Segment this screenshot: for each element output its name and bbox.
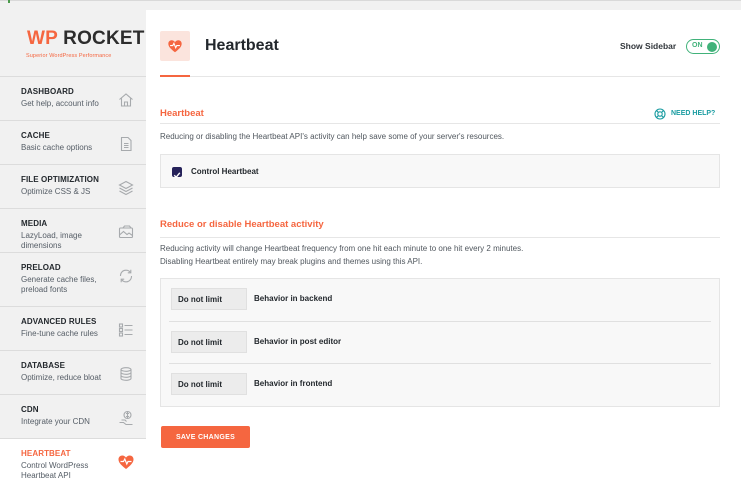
sidebar-item-title: FILE OPTIMIZATION: [21, 175, 99, 184]
checkmark-icon: [173, 172, 181, 179]
sidebar-item-desc: Generate cache files, preload fonts: [21, 275, 97, 294]
window-top-border: [0, 0, 741, 1]
image-icon: [118, 225, 134, 239]
show-sidebar-toggle[interactable]: ON: [686, 39, 720, 54]
sidebar-item-title: PRELOAD: [21, 263, 61, 272]
sidebar-item-title: DATABASE: [21, 361, 66, 370]
window-top-marker: [8, 0, 10, 3]
page-title: Heartbeat: [205, 37, 279, 54]
logo-tagline: Superior WordPress Performance: [26, 53, 112, 59]
sidebar-item-preload[interactable]: PRELOAD Generate cache files, preload fo…: [0, 252, 146, 306]
section-description-line-1: Reducing activity will change Heartbeat …: [160, 244, 524, 253]
sidebar-item-advanced-rules[interactable]: ADVANCED RULES Fine-tune cache rules: [0, 306, 146, 350]
file-icon: [120, 136, 132, 152]
wp-rocket-logo: WP ROCKET Superior WordPress Performance: [10, 28, 144, 72]
control-heartbeat-box: Control Heartbeat: [160, 154, 720, 188]
behavior-row-frontend: Do not limit Behavior in frontend: [169, 364, 711, 406]
sidebar-item-file-optimization[interactable]: FILE OPTIMIZATION Optimize CSS & JS: [0, 164, 146, 208]
layers-icon: [118, 180, 134, 196]
list-icon: [118, 323, 133, 337]
section-description: Reducing or disabling the Heartbeat API'…: [160, 132, 505, 141]
main-panel: Heartbeat Show Sidebar ON Heartbeat NEED…: [146, 10, 741, 486]
sidebar-item-cache[interactable]: CACHE Basic cache options: [0, 120, 146, 164]
database-icon: [120, 367, 132, 381]
heartbeat-behavior-box: Do not limit Behavior in backend Do not …: [160, 278, 720, 407]
sidebar-item-heartbeat[interactable]: HEARTBEAT Control WordPress Heartbeat AP…: [0, 438, 146, 486]
heartbeat-icon: [118, 455, 134, 469]
header-divider: [160, 76, 720, 77]
select-value: Do not limit: [178, 295, 222, 304]
control-heartbeat-label: Control Heartbeat: [191, 167, 259, 176]
toggle-state-text: ON: [692, 42, 703, 49]
sidebar-item-media[interactable]: MEDIA LazyLoad, image dimensions: [0, 208, 146, 252]
need-help-label: NEED HELP?: [671, 110, 716, 117]
sidebar-item-desc: Fine-tune cache rules: [21, 329, 98, 338]
logo-wordmark: WP ROCKET: [27, 28, 145, 49]
page-icon: [160, 31, 190, 61]
behavior-post-editor-label: Behavior in post editor: [254, 337, 342, 346]
behavior-row-post-editor: Do not limit Behavior in post editor: [169, 322, 711, 364]
control-heartbeat-checkbox[interactable]: [172, 167, 182, 179]
sidebar-item-title: HEARTBEAT: [21, 449, 71, 458]
sidebar-item-desc: Optimize, reduce bloat: [21, 373, 102, 382]
header-accent-underline: [160, 75, 190, 77]
sidebar-item-desc: Get help, account info: [21, 99, 99, 108]
sidebar-item-title: CDN: [21, 405, 39, 414]
select-value: Do not limit: [178, 380, 222, 389]
sidebar-item-desc: Control WordPress Heartbeat API: [21, 461, 89, 480]
sidebar-item-cdn[interactable]: CDN Integrate your CDN: [0, 394, 146, 438]
cdn-icon: [119, 410, 133, 426]
show-sidebar-label: Show Sidebar: [620, 41, 677, 51]
lifebuoy-icon: [654, 108, 666, 120]
sidebar-item-desc: Integrate your CDN: [21, 417, 90, 426]
sidebar-item-dashboard[interactable]: DASHBOARD Get help, account info: [0, 76, 146, 120]
sidebar-item-desc: LazyLoad, image dimensions: [21, 231, 82, 250]
refresh-icon: [119, 269, 133, 283]
section-divider: [160, 123, 720, 124]
heartbeat-icon: [168, 40, 182, 53]
sidebar-item-title: ADVANCED RULES: [21, 317, 97, 326]
behavior-frontend-select[interactable]: Do not limit: [171, 373, 247, 395]
section-description-line-2: Disabling Heartbeat entirely may break p…: [160, 257, 423, 266]
behavior-post-editor-select[interactable]: Do not limit: [171, 331, 247, 353]
sidebar-item-database[interactable]: DATABASE Optimize, reduce bloat: [0, 350, 146, 394]
behavior-row-backend: Do not limit Behavior in backend: [169, 279, 711, 321]
behavior-frontend-label: Behavior in frontend: [254, 379, 333, 388]
sidebar-item-desc: Basic cache options: [21, 143, 93, 152]
sidebar-nav: DASHBOARD Get help, account info CACHE B…: [0, 76, 146, 486]
sidebar-item-title: DASHBOARD: [21, 87, 74, 96]
save-changes-button[interactable]: SAVE CHANGES: [161, 426, 250, 448]
sidebar-item-desc: Optimize CSS & JS: [21, 187, 91, 196]
section-title-heartbeat: Heartbeat: [160, 108, 204, 119]
sidebar: WP ROCKET Superior WordPress Performance…: [0, 10, 146, 486]
sidebar-item-title: CACHE: [21, 131, 50, 140]
behavior-backend-select[interactable]: Do not limit: [171, 288, 247, 310]
behavior-backend-label: Behavior in backend: [254, 294, 333, 303]
home-icon: [119, 93, 133, 107]
select-value: Do not limit: [178, 338, 222, 347]
section-title-reduce: Reduce or disable Heartbeat activity: [160, 219, 324, 230]
toggle-knob: [707, 42, 717, 52]
sidebar-item-title: MEDIA: [21, 219, 48, 228]
section-divider: [160, 237, 720, 238]
